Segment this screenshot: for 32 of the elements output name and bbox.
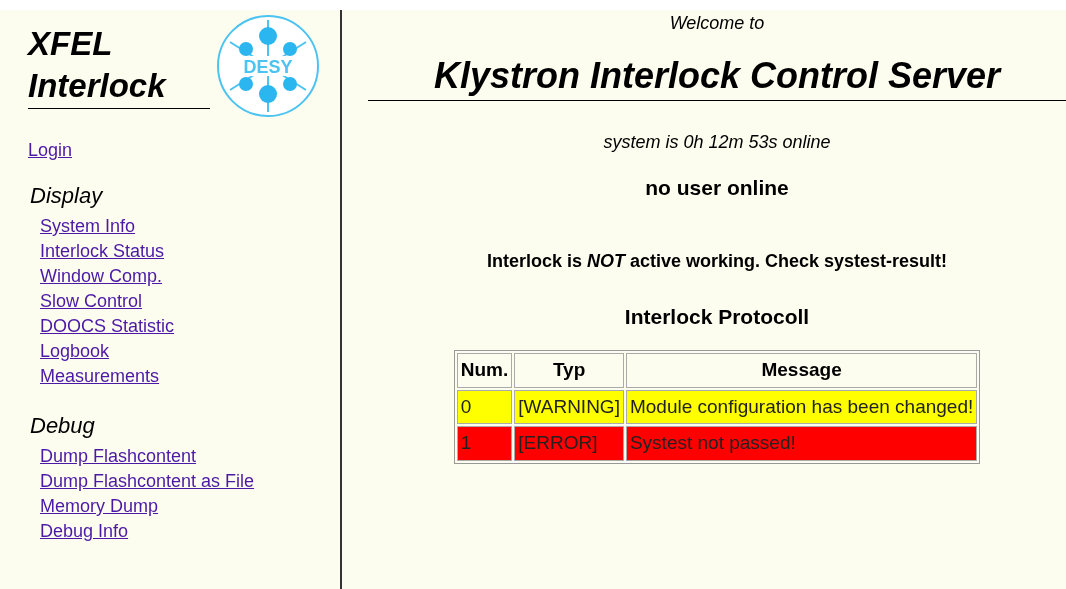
section-heading: Debug [30,412,96,440]
section-heading: Display [30,182,104,210]
nav-link[interactable]: Dump Flashcontent [40,444,197,469]
nav-link[interactable]: Window Comp. [40,264,163,289]
table-cell: [ERROR] [514,426,624,461]
nav-link[interactable]: Slow Control [40,289,143,314]
nav-link[interactable]: DOOCS Statistic [40,314,175,339]
nav-link[interactable]: Debug Info [40,519,129,544]
table-cell: 0 [456,389,513,424]
nav-link[interactable]: Memory Dump [40,494,159,519]
column-header: Typ [514,353,624,388]
welcome-text: Welcome to [668,12,766,35]
table-cell: Module configuration has been changed! [625,389,978,424]
uptime-text: system is 0h 12m 53s online [602,131,832,154]
column-header: Num. [456,353,513,388]
protocol-title: Interlock Protocoll [623,303,811,330]
interlock-status: Interlock is NOT active working. Check systest-result! [485,249,949,273]
user-status: no user online [644,175,790,201]
logo: DESY [216,14,320,118]
table-cell: [WARNING] [514,389,624,424]
column-header: Message [625,353,978,388]
login-link[interactable]: Login [28,138,73,163]
nav-link[interactable]: Dump Flashcontent as File [40,469,255,494]
table-cell: Systest not passed! [625,426,978,461]
app-title: Interlock [28,65,168,106]
nav-link[interactable]: Measurements [40,364,160,389]
table-cell: 1 [456,426,513,461]
nav-link[interactable]: System Info [40,214,136,239]
app-title: XFEL [28,24,114,65]
nav-link[interactable]: Logbook [40,339,110,364]
page-title: Klystron Interlock Control Server [368,52,1066,101]
nav-link[interactable]: Interlock Status [40,239,165,264]
